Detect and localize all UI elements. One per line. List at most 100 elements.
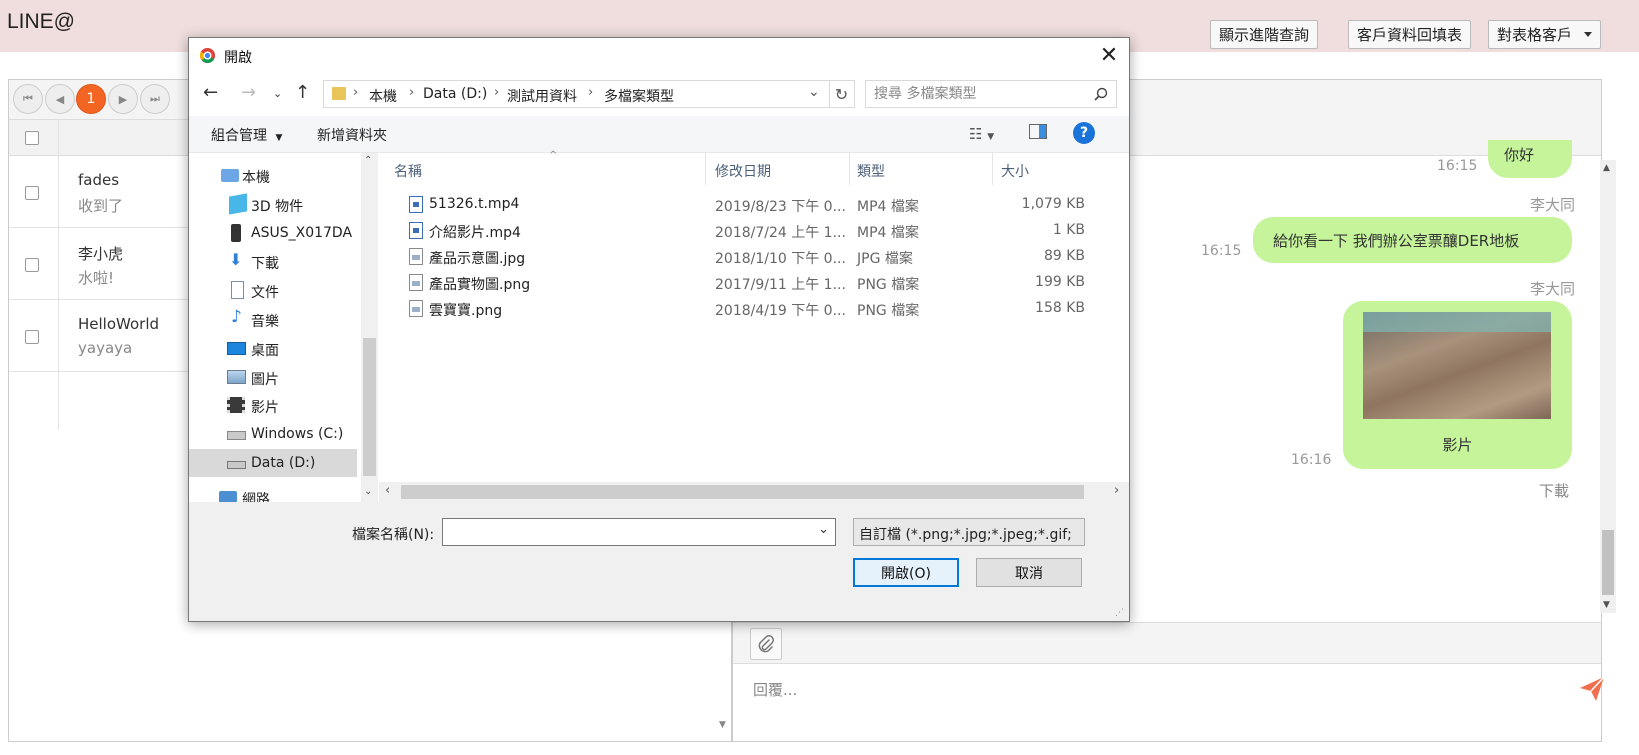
nav-item-label: 網路 [242,492,270,502]
filename-input[interactable]: ⌄ [442,518,836,546]
forward-arrow-icon[interactable]: → [241,82,256,103]
filetype-select[interactable]: 自訂檔 (*.png;*.jpg;*.jpeg;*.gif; [853,518,1085,546]
scroll-down-arrow-icon[interactable]: ⌄ [364,486,372,497]
file-list-header: ^ 名稱 修改日期 類型 大小 [379,150,1129,185]
send-button[interactable] [1578,675,1606,707]
computer-icon [221,169,239,182]
pictures-icon [227,370,246,384]
send-icon [1580,676,1605,701]
breadcrumb-item[interactable]: 測試用資料 [507,86,577,106]
column-type[interactable]: 類型 [857,161,885,181]
row-checkbox[interactable] [25,186,39,200]
nav-item-music[interactable]: ♪ 音樂 [189,305,357,333]
file-type: PNG 檔案 [857,303,920,319]
chevron-right-icon: › [494,85,500,100]
dialog-search [865,80,1117,108]
cancel-button[interactable]: 取消 [976,558,1082,587]
row-checkbox[interactable] [25,258,39,272]
up-arrow-icon[interactable]: ↑ [295,82,310,103]
scroll-up-arrow-icon[interactable]: ▲ [1603,163,1610,173]
breadcrumb-item[interactable]: 多檔案類型 [604,86,674,106]
file-modified: 2018/4/19 下午 0... [715,303,846,319]
nav-item-phone[interactable]: ASUS_X017DA [189,219,357,247]
nav-pane-scrollbar[interactable]: ⌃ ⌄ [361,153,378,502]
next-page-button[interactable]: ▶ [108,84,138,114]
column-size[interactable]: 大小 [1001,161,1029,181]
nav-item-this-pc[interactable]: 本機 [189,161,357,189]
file-row[interactable]: 產品示意圖.jpg 2018/1/10 下午 0... JPG 檔案 89 KB [379,244,1129,270]
recent-locations-chevron-icon[interactable]: ⌄ [273,87,282,100]
refresh-icon[interactable]: ↻ [829,80,855,108]
first-page-button[interactable]: ⏮ [13,84,43,114]
folder-icon [332,87,346,100]
scroll-left-arrow-icon[interactable]: ‹ [385,483,390,498]
organize-menu[interactable]: 組合管理 ▼ [211,125,282,145]
search-icon[interactable] [1094,87,1108,101]
caret-down-icon [1584,32,1593,37]
file-row[interactable]: 51326.t.mp4 2019/8/23 下午 0... MP4 檔案 1,0… [379,192,1129,218]
nav-item-label: 下載 [251,256,279,272]
scroll-up-arrow-icon[interactable]: ⌃ [364,155,372,166]
address-bar[interactable]: › 本機 › Data (D:) › 測試用資料 › 多檔案類型 ⌄ [323,80,830,108]
file-size: 1,079 KB [1021,196,1085,212]
video-message-bubble[interactable]: 影片 [1343,301,1572,469]
prev-page-button[interactable]: ◀ [45,84,75,114]
video-thumbnail-wall [1363,312,1551,332]
nav-item-desktop[interactable]: 桌面 [189,334,357,362]
nav-item-documents[interactable]: 文件 [189,276,357,304]
breadcrumb-item[interactable]: Data (D:) [423,86,487,102]
chevron-down-icon[interactable]: ⌄ [818,522,829,537]
close-icon[interactable]: ✕ [1098,43,1120,68]
last-page-button[interactable]: ⏭ [140,84,170,114]
column-modified[interactable]: 修改日期 [715,161,771,181]
advanced-search-button[interactable]: 顯示進階查詢 [1210,20,1319,49]
nav-item-3d-objects[interactable]: 3D 物件 [189,190,357,218]
back-arrow-icon[interactable]: ← [203,82,218,103]
current-page-button[interactable]: 1 [76,84,106,114]
chat-scrollbar[interactable]: ▲ ▼ [1600,160,1616,613]
fill-customer-button[interactable]: 客戶資料回填表 [1348,20,1472,49]
download-link[interactable]: 下載 [1539,480,1569,501]
chevron-down-icon[interactable]: ⌄ [808,84,820,100]
nav-pane-scrollbar-thumb[interactable] [363,338,376,476]
nav-item-drive-d[interactable]: Data (D:) [189,449,357,477]
scroll-down-arrow-icon[interactable]: ▼ [1603,600,1610,610]
customer-filter-dropdown[interactable]: 對表格客戶 [1488,20,1602,49]
help-icon[interactable]: ? [1073,122,1095,144]
file-size: 1 KB [1052,222,1085,238]
file-row[interactable]: 介紹影片.mp4 2018/7/24 上午 1... MP4 檔案 1 KB [379,218,1129,244]
nav-item-drive-c[interactable]: Windows (C:) [189,420,357,448]
preview-pane-icon[interactable] [1029,124,1047,139]
nav-item-videos[interactable]: 影片 [189,391,357,419]
customer-filter-label: 對表格客戶 [1497,26,1573,44]
message-text: 給你看一下 我們辦公室票釀DER地板 [1273,232,1520,250]
reply-input[interactable] [753,677,1513,703]
resize-grip-icon[interactable]: ⋰ [1115,608,1124,618]
nav-item-downloads[interactable]: ⬇ 下載 [189,247,357,275]
file-type: MP4 檔案 [857,199,919,215]
column-name[interactable]: 名稱 [394,161,422,181]
file-list-hscrollbar[interactable]: ‹ › [379,482,1129,502]
contact-name: fades [78,171,120,189]
file-row[interactable]: 雲寶寶.png 2018/4/19 下午 0... PNG 檔案 158 KB [379,296,1129,322]
file-size: 199 KB [1035,274,1085,290]
select-all-checkbox[interactable] [25,131,39,145]
scroll-right-arrow-icon[interactable]: › [1114,483,1119,498]
attach-button[interactable] [750,628,782,660]
video-thumbnail[interactable] [1363,312,1551,419]
open-button[interactable]: 開啟(O) [853,558,959,587]
search-input[interactable] [874,85,1084,103]
nav-item-label: 3D 物件 [251,199,304,215]
nav-item-pictures[interactable]: 圖片 [189,363,357,391]
view-options-icon[interactable]: ☷ ▼ [969,125,994,143]
scroll-down-arrow-icon[interactable]: ▼ [719,720,726,730]
chat-scrollbar-thumb[interactable] [1602,530,1614,595]
breadcrumb-item[interactable]: 本機 [369,86,397,106]
nav-item-network[interactable]: 網路 [189,483,357,502]
file-row[interactable]: 產品實物圖.png 2017/9/11 上午 1... PNG 檔案 199 K… [379,270,1129,296]
file-list-hscrollbar-thumb[interactable] [401,485,1084,499]
new-folder-button[interactable]: 新增資料夾 [317,125,387,145]
dialog-titlebar[interactable]: 開啟 ✕ [189,38,1129,71]
row-checkbox[interactable] [25,330,39,344]
desktop-icon [227,342,246,355]
